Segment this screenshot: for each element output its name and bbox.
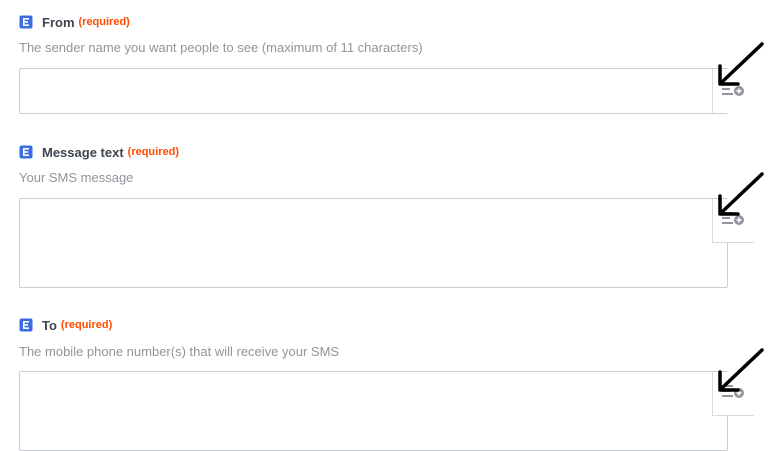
from-label-row: From (required) — [19, 13, 130, 31]
from-input[interactable] — [19, 68, 728, 114]
arrow-annotation — [718, 348, 764, 392]
to-label: To — [42, 317, 57, 333]
to-input[interactable] — [19, 371, 728, 451]
to-required-badge: (required) — [60, 319, 113, 331]
to-field: To (required) The mobile phone number(s)… — [0, 304, 780, 451]
text-type-icon — [19, 318, 33, 332]
message-textarea[interactable] — [19, 198, 728, 288]
message-required-badge: (required) — [127, 146, 179, 158]
to-help-text: The mobile phone number(s) that will rec… — [19, 344, 340, 359]
arrow-annotation — [718, 172, 764, 216]
message-text-field: Message text (required) Your SMS message — [0, 130, 780, 300]
from-field: From (required) The sender name you want… — [0, 0, 780, 130]
arrow-annotation — [718, 42, 764, 86]
from-required-badge: (required) — [78, 16, 130, 28]
from-label: From — [42, 14, 75, 30]
from-help-text: The sender name you want people to see (… — [19, 40, 423, 55]
to-label-row: To (required) — [19, 316, 112, 334]
message-label: Message text — [42, 144, 124, 160]
text-type-icon — [19, 15, 33, 29]
message-help-text: Your SMS message — [19, 170, 134, 185]
text-type-icon — [19, 145, 33, 159]
message-label-row: Message text (required) — [19, 143, 179, 161]
